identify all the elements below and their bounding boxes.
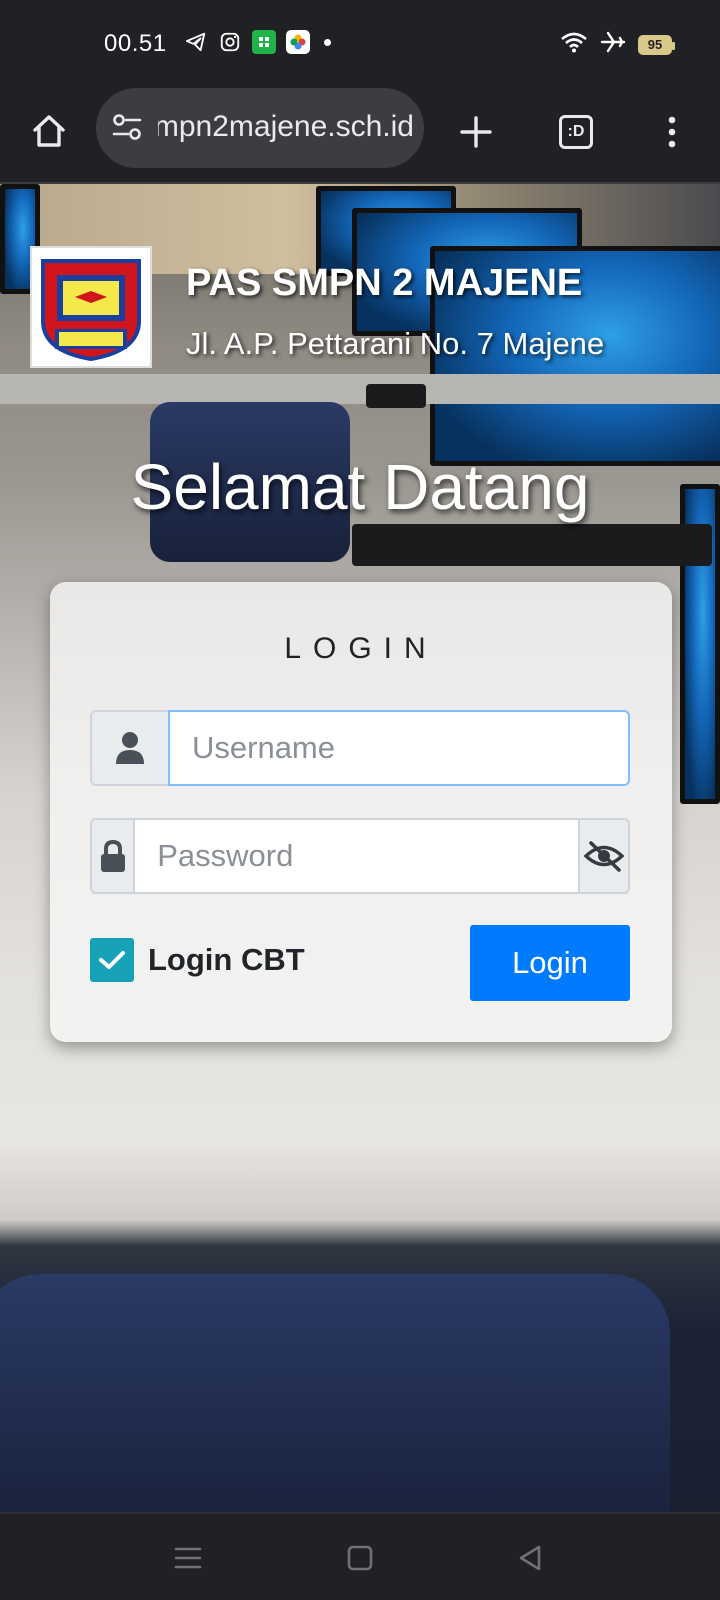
login-cbt-option[interactable]: Login CBT [90,938,305,982]
new-tab-button[interactable] [448,104,504,160]
password-prepend [90,818,134,894]
green-app-icon [252,30,276,54]
instagram-icon [218,30,242,54]
login-cbt-checkbox[interactable] [90,938,134,982]
login-card: LOGIN Login CBT Login [50,582,672,1042]
address-bar[interactable]: smpn2majene.sch.id [96,88,424,168]
square-icon [347,1545,373,1571]
back-triangle-icon [519,1545,541,1571]
home-icon [33,115,65,147]
nav-menu-button[interactable] [170,1540,206,1576]
login-cbt-label: Login CBT [148,942,305,977]
username-prepend [90,710,168,786]
browser-toolbar: smpn2majene.sch.id :D [0,86,720,184]
tab-switcher-button[interactable]: :D [548,104,604,160]
lock-icon [100,839,125,872]
password-group [90,818,630,894]
battery-icon: 95 [638,34,675,55]
menu-button[interactable] [644,104,700,160]
wifi-icon [560,31,588,58]
username-input[interactable] [168,710,630,786]
welcome-heading: Selamat Datang [130,451,590,523]
username-group [90,710,630,786]
school-logo [30,246,152,368]
background-keyboard [366,384,426,408]
site-settings-icon[interactable] [110,110,144,144]
notification-dot [324,38,331,46]
notification-icons [184,30,331,54]
user-icon [116,732,144,764]
background-chair [0,1274,670,1512]
nav-home-button[interactable] [342,1540,378,1576]
nav-back-button[interactable] [512,1540,548,1576]
background-desk [0,374,720,404]
eye-slash-icon [583,841,625,872]
school-emblem-icon [41,259,141,362]
site-address: Jl. A.P. Pettarani No. 7 Majene [186,326,605,361]
airplane-mode-icon [600,30,626,59]
status-time: 00.51 [104,30,167,57]
home-button[interactable] [26,108,72,154]
background-keyboard [352,524,712,566]
login-heading: LOGIN [284,632,438,665]
system-icons: 95 [560,30,675,59]
more-vert-icon [668,116,676,148]
status-bar: 00.51 95 [0,0,720,86]
menu-lines-icon [174,1547,202,1569]
site-title: PAS SMPN 2 MAJENE [186,262,583,304]
password-input[interactable] [133,818,581,894]
login-button[interactable]: Login [470,925,630,1001]
tab-count: :D [559,115,593,149]
checkmark-icon [99,951,125,969]
toggle-password-button[interactable] [580,818,630,894]
plus-icon [460,116,492,148]
system-nav-bar [0,1512,720,1600]
photos-icon [286,30,310,54]
url-text[interactable]: smpn2majene.sch.id [158,110,414,144]
telegram-icon [184,30,208,54]
